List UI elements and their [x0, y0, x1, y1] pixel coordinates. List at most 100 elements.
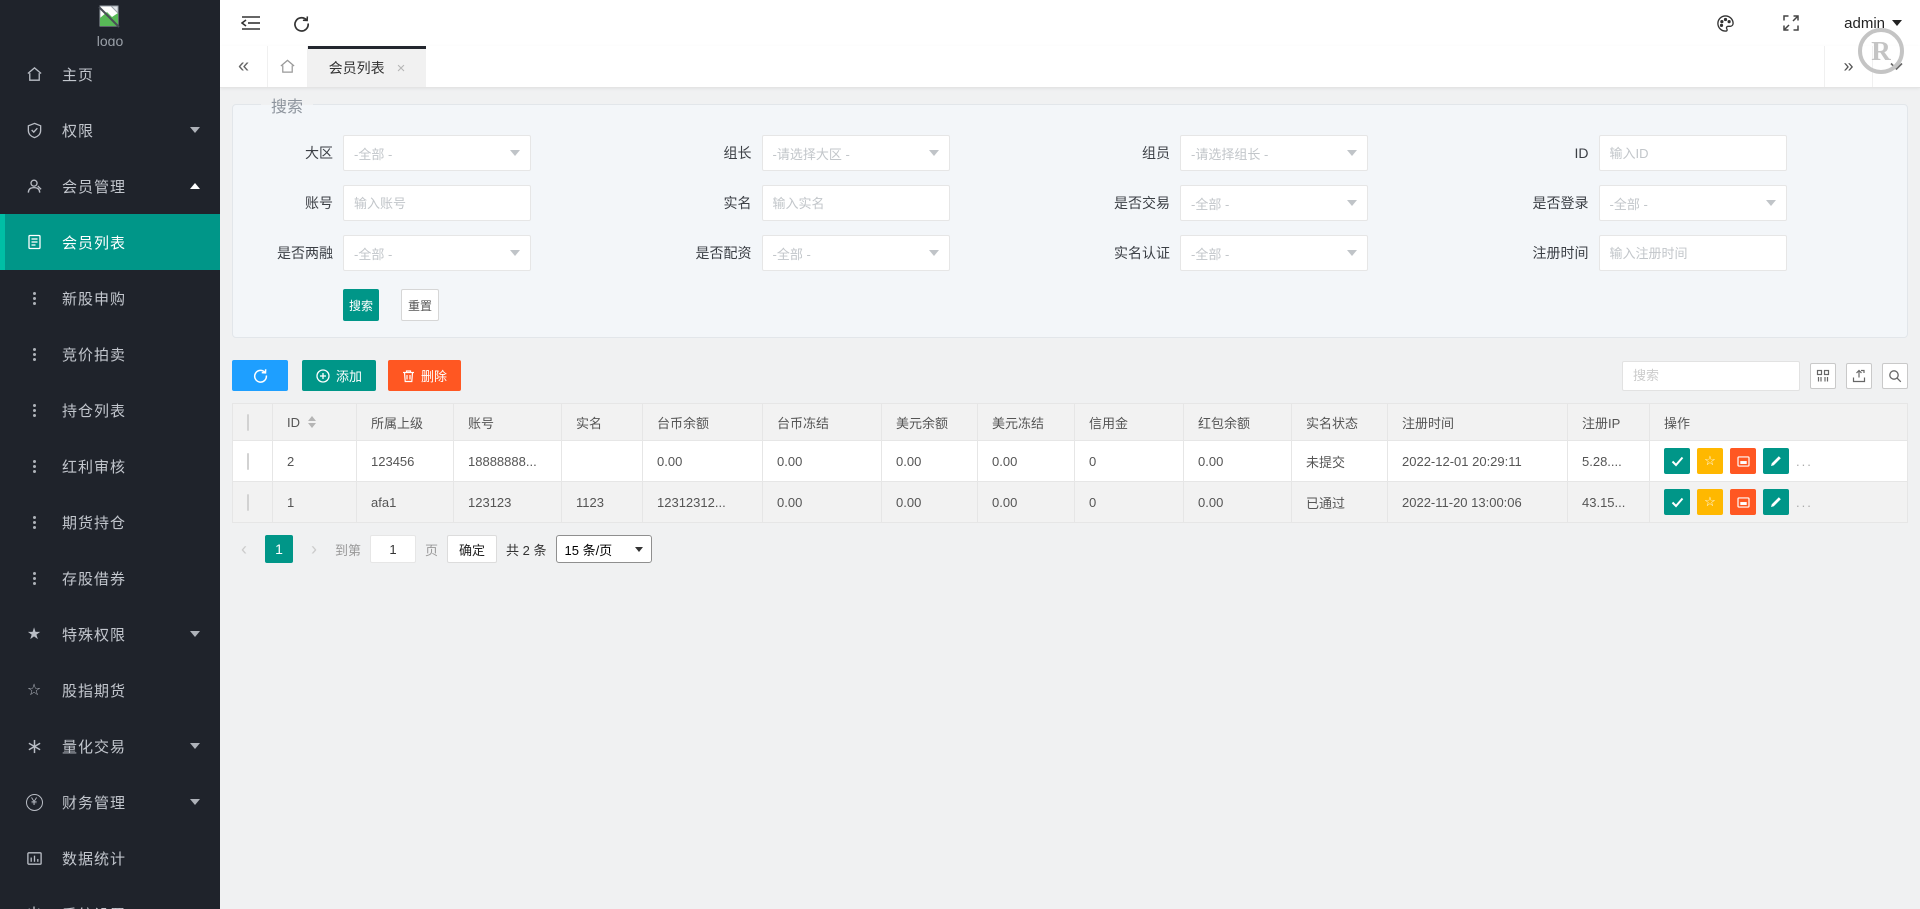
table-toolbar: 添加 删除 — [232, 360, 1908, 391]
row-checkbox[interactable] — [247, 453, 249, 470]
more-actions[interactable]: ... — [1796, 454, 1813, 469]
tab-home[interactable] — [268, 46, 308, 87]
sidebar-item-permissions[interactable]: 权限 — [0, 102, 220, 158]
page-size-select[interactable]: 15 条/页 — [556, 535, 652, 563]
tab-member-list[interactable]: 会员列表 × — [308, 46, 426, 87]
sidebar-item-member-list[interactable]: 会员列表 — [0, 214, 220, 270]
next-page-button[interactable]: › — [302, 535, 326, 563]
goto-confirm-button[interactable]: 确定 — [447, 535, 497, 563]
add-button-label: 添加 — [336, 366, 362, 385]
total-count-label: 共 2 条 — [506, 540, 546, 559]
approve-button[interactable] — [1664, 448, 1690, 474]
edit-button[interactable] — [1763, 489, 1789, 515]
member-select[interactable]: -请选择组长 - — [1180, 135, 1368, 171]
field-trade-status: 是否交易 -全部 - — [1070, 185, 1489, 221]
tabs-scroll-left-button[interactable]: « — [220, 46, 268, 87]
dots-vertical-icon — [24, 404, 44, 417]
sidebar-item-statistics[interactable]: 数据统计 — [0, 830, 220, 886]
row-checkbox[interactable] — [247, 494, 249, 511]
select-placeholder: -全部 - — [354, 244, 392, 263]
sort-icon[interactable] — [308, 416, 316, 428]
sidebar-item-label: 数据统计 — [62, 848, 200, 869]
table-row: 1 afa1 123123 1123 12312312... 0.00 0.00… — [233, 482, 1908, 523]
funding-select[interactable]: -全部 - — [762, 235, 950, 271]
margin-select[interactable]: -全部 - — [343, 235, 531, 271]
header-id[interactable]: ID — [273, 404, 357, 441]
export-icon[interactable] — [1846, 363, 1872, 389]
search-button[interactable]: 搜索 — [343, 289, 379, 321]
wallet-button[interactable] — [1730, 489, 1756, 515]
sidebar-item-stock-lending[interactable]: 存股借券 — [0, 550, 220, 606]
sidebar-item-home[interactable]: 主页 — [0, 46, 220, 102]
prev-page-button[interactable]: ‹ — [232, 535, 256, 563]
refresh-table-button[interactable] — [232, 360, 288, 391]
collapse-menu-icon[interactable] — [238, 10, 264, 36]
cell-twd-balance: 12312312... — [643, 482, 763, 523]
sidebar-item-label: 新股申购 — [62, 288, 200, 309]
cell-parent: afa1 — [357, 482, 454, 523]
realname-input[interactable] — [762, 185, 950, 221]
header-realname: 实名 — [562, 404, 643, 441]
logo-alt-text: logo — [97, 33, 123, 46]
field-label: 大区 — [233, 143, 343, 163]
sidebar-item-auction[interactable]: 竞价拍卖 — [0, 326, 220, 382]
sidebar-item-quant-trading[interactable]: 量化交易 — [0, 718, 220, 774]
edit-button[interactable] — [1763, 448, 1789, 474]
leader-select[interactable]: -请选择大区 - — [762, 135, 950, 171]
select-all-checkbox[interactable] — [247, 414, 249, 431]
wallet-button[interactable] — [1730, 448, 1756, 474]
current-page-button[interactable]: 1 — [265, 535, 293, 563]
star-button[interactable]: ☆ — [1697, 489, 1723, 515]
refresh-icon[interactable] — [288, 10, 314, 36]
select-placeholder: -全部 - — [354, 144, 392, 163]
sidebar-item-label: 特殊权限 — [62, 624, 190, 645]
dots-vertical-icon — [24, 572, 44, 585]
sidebar-item-dividend-audit[interactable]: 红利审核 — [0, 438, 220, 494]
delete-button[interactable]: 删除 — [388, 360, 461, 391]
table-search-input[interactable] — [1622, 361, 1800, 391]
sidebar-item-special-permissions[interactable]: ★ 特殊权限 — [0, 606, 220, 662]
id-input[interactable] — [1599, 135, 1787, 171]
goto-prefix-label: 到第 — [335, 540, 361, 559]
goto-page-input[interactable] — [370, 535, 416, 563]
add-button[interactable]: 添加 — [302, 360, 376, 391]
column-filter-icon[interactable] — [1810, 363, 1836, 389]
sidebar-item-positions[interactable]: 持仓列表 — [0, 382, 220, 438]
header-register-ip: 注册IP — [1568, 404, 1650, 441]
avatar[interactable]: R — [1858, 28, 1904, 74]
sidebar-item-index-futures[interactable]: ☆ 股指期货 — [0, 662, 220, 718]
trash-icon — [402, 369, 415, 383]
sidebar-item-ipo[interactable]: 新股申购 — [0, 270, 220, 326]
login-status-select[interactable]: -全部 - — [1599, 185, 1787, 221]
cell-register-ip: 5.28.... — [1568, 441, 1650, 482]
fullscreen-icon[interactable] — [1778, 10, 1804, 36]
sidebar-item-finance[interactable]: ¥ 财务管理 — [0, 774, 220, 830]
sidebar-item-label: 竞价拍卖 — [62, 344, 200, 365]
more-actions[interactable]: ... — [1796, 495, 1813, 510]
header-usd-frozen: 美元冻结 — [978, 404, 1075, 441]
dots-vertical-icon — [24, 460, 44, 473]
search-toggle-icon[interactable] — [1882, 363, 1908, 389]
account-input[interactable] — [343, 185, 531, 221]
sidebar-item-label: 会员管理 — [62, 176, 190, 197]
tab-close-icon[interactable]: × — [397, 60, 406, 77]
sidebar-item-futures-positions[interactable]: 期货持仓 — [0, 494, 220, 550]
reset-button[interactable]: 重置 — [401, 289, 439, 321]
theme-palette-icon[interactable] — [1712, 10, 1738, 36]
pagination: ‹ 1 › 到第 页 确定 共 2 条 15 条/页 — [232, 535, 1908, 563]
approve-button[interactable] — [1664, 489, 1690, 515]
sidebar-item-settings[interactable]: 系统设置 — [0, 886, 220, 909]
star-filled-icon: ★ — [24, 624, 44, 644]
chevron-down-icon — [190, 631, 200, 637]
field-label: 注册时间 — [1489, 243, 1599, 263]
star-button[interactable]: ☆ — [1697, 448, 1723, 474]
register-time-input[interactable] — [1599, 235, 1787, 271]
region-select[interactable]: -全部 - — [343, 135, 531, 171]
search-panel-legend: 搜索 — [261, 93, 313, 117]
sidebar-item-members[interactable]: 会员管理 — [0, 158, 220, 214]
cell-account: 18888888... — [454, 441, 562, 482]
plus-circle-icon — [316, 369, 330, 383]
kyc-select[interactable]: -全部 - — [1180, 235, 1368, 271]
trade-status-select[interactable]: -全部 - — [1180, 185, 1368, 221]
header-usd-balance: 美元余额 — [882, 404, 978, 441]
